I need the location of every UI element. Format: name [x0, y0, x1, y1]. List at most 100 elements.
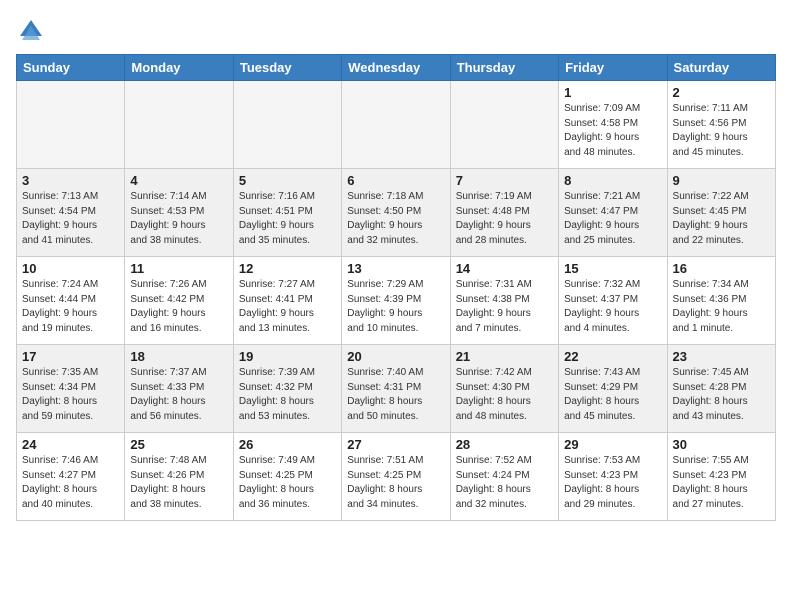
calendar-day-cell: 10 Sunrise: 7:24 AM Sunset: 4:44 PM Dayli… [17, 257, 125, 345]
calendar-week-row: 17 Sunrise: 7:35 AM Sunset: 4:34 PM Dayli… [17, 345, 776, 433]
day-number: 14 [456, 261, 553, 276]
day-info: Sunrise: 7:52 AM Sunset: 4:24 PM Dayligh… [456, 454, 553, 512]
calendar-day-cell [17, 81, 125, 169]
calendar-day-cell: 18 Sunrise: 7:37 AM Sunset: 4:33 PM Dayli… [125, 345, 233, 433]
day-info: Sunrise: 7:32 AM Sunset: 4:37 PM Dayligh… [564, 278, 661, 336]
calendar-header-row: SundayMondayTuesdayWednesdayThursdayFrid… [17, 55, 776, 81]
calendar-day-cell [125, 81, 233, 169]
day-number: 24 [22, 437, 119, 452]
calendar-header-wednesday: Wednesday [342, 55, 450, 81]
calendar-day-cell [342, 81, 450, 169]
header [16, 12, 776, 46]
day-info: Sunrise: 7:42 AM Sunset: 4:30 PM Dayligh… [456, 366, 553, 424]
day-number: 15 [564, 261, 661, 276]
day-number: 27 [347, 437, 444, 452]
calendar-day-cell: 14Sunrise: 7:31 AM Sunset: 4:38 PM Dayli… [450, 257, 558, 345]
calendar-day-cell: 8 Sunrise: 7:21 AM Sunset: 4:47 PM Daylig… [559, 169, 667, 257]
calendar-day-cell: 27 Sunrise: 7:51 AM Sunset: 4:25 PM Dayli… [342, 433, 450, 521]
day-number: 26 [239, 437, 336, 452]
calendar-header-sunday: Sunday [17, 55, 125, 81]
day-info: Sunrise: 7:09 AM Sunset: 4:58 PM Dayligh… [564, 102, 661, 160]
day-info: Sunrise: 7:39 AM Sunset: 4:32 PM Dayligh… [239, 366, 336, 424]
calendar-week-row: 24 Sunrise: 7:46 AM Sunset: 4:27 PM Dayli… [17, 433, 776, 521]
calendar-day-cell: 9 Sunrise: 7:22 AM Sunset: 4:45 PM Daylig… [667, 169, 775, 257]
day-number: 22 [564, 349, 661, 364]
day-info: Sunrise: 7:22 AM Sunset: 4:45 PM Dayligh… [673, 190, 770, 248]
calendar-header-saturday: Saturday [667, 55, 775, 81]
day-number: 30 [673, 437, 770, 452]
calendar-day-cell: 5 Sunrise: 7:16 AM Sunset: 4:51 PM Daylig… [233, 169, 341, 257]
page: SundayMondayTuesdayWednesdayThursdayFrid… [0, 0, 792, 612]
calendar-day-cell: 17 Sunrise: 7:35 AM Sunset: 4:34 PM Dayli… [17, 345, 125, 433]
calendar-day-cell: 2 Sunrise: 7:11 AM Sunset: 4:56 PM Daylig… [667, 81, 775, 169]
calendar-week-row: 3 Sunrise: 7:13 AM Sunset: 4:54 PM Daylig… [17, 169, 776, 257]
day-info: Sunrise: 7:13 AM Sunset: 4:54 PM Dayligh… [22, 190, 119, 248]
day-info: Sunrise: 7:14 AM Sunset: 4:53 PM Dayligh… [130, 190, 227, 248]
day-number: 2 [673, 85, 770, 100]
day-info: Sunrise: 7:51 AM Sunset: 4:25 PM Dayligh… [347, 454, 444, 512]
day-number: 9 [673, 173, 770, 188]
day-info: Sunrise: 7:49 AM Sunset: 4:25 PM Dayligh… [239, 454, 336, 512]
day-number: 1 [564, 85, 661, 100]
calendar-header-tuesday: Tuesday [233, 55, 341, 81]
calendar-day-cell: 16 Sunrise: 7:34 AM Sunset: 4:36 PM Dayli… [667, 257, 775, 345]
day-number: 21 [456, 349, 553, 364]
calendar-day-cell [233, 81, 341, 169]
day-info: Sunrise: 7:27 AM Sunset: 4:41 PM Dayligh… [239, 278, 336, 336]
calendar-day-cell: 7 Sunrise: 7:19 AM Sunset: 4:48 PM Daylig… [450, 169, 558, 257]
calendar-day-cell: 24 Sunrise: 7:46 AM Sunset: 4:27 PM Dayli… [17, 433, 125, 521]
day-info: Sunrise: 7:37 AM Sunset: 4:33 PM Dayligh… [130, 366, 227, 424]
day-number: 17 [22, 349, 119, 364]
day-number: 19 [239, 349, 336, 364]
day-info: Sunrise: 7:40 AM Sunset: 4:31 PM Dayligh… [347, 366, 444, 424]
calendar-day-cell: 6 Sunrise: 7:18 AM Sunset: 4:50 PM Daylig… [342, 169, 450, 257]
day-info: Sunrise: 7:53 AM Sunset: 4:23 PM Dayligh… [564, 454, 661, 512]
calendar-day-cell: 23 Sunrise: 7:45 AM Sunset: 4:28 PM Dayli… [667, 345, 775, 433]
day-number: 11 [130, 261, 227, 276]
day-info: Sunrise: 7:34 AM Sunset: 4:36 PM Dayligh… [673, 278, 770, 336]
calendar-day-cell: 20 Sunrise: 7:40 AM Sunset: 4:31 PM Dayli… [342, 345, 450, 433]
calendar-day-cell: 21 Sunrise: 7:42 AM Sunset: 4:30 PM Dayli… [450, 345, 558, 433]
calendar-header-monday: Monday [125, 55, 233, 81]
logo-icon [16, 16, 46, 46]
day-info: Sunrise: 7:24 AM Sunset: 4:44 PM Dayligh… [22, 278, 119, 336]
calendar-day-cell: 19 Sunrise: 7:39 AM Sunset: 4:32 PM Dayli… [233, 345, 341, 433]
day-number: 23 [673, 349, 770, 364]
day-number: 7 [456, 173, 553, 188]
calendar-day-cell: 12Sunrise: 7:27 AM Sunset: 4:41 PM Dayli… [233, 257, 341, 345]
day-number: 6 [347, 173, 444, 188]
day-info: Sunrise: 7:18 AM Sunset: 4:50 PM Dayligh… [347, 190, 444, 248]
day-number: 20 [347, 349, 444, 364]
calendar-week-row: 10 Sunrise: 7:24 AM Sunset: 4:44 PM Dayli… [17, 257, 776, 345]
day-number: 8 [564, 173, 661, 188]
day-number: 13 [347, 261, 444, 276]
day-info: Sunrise: 7:21 AM Sunset: 4:47 PM Dayligh… [564, 190, 661, 248]
day-info: Sunrise: 7:45 AM Sunset: 4:28 PM Dayligh… [673, 366, 770, 424]
day-number: 5 [239, 173, 336, 188]
day-info: Sunrise: 7:11 AM Sunset: 4:56 PM Dayligh… [673, 102, 770, 160]
calendar-day-cell [450, 81, 558, 169]
day-number: 4 [130, 173, 227, 188]
day-number: 18 [130, 349, 227, 364]
day-info: Sunrise: 7:16 AM Sunset: 4:51 PM Dayligh… [239, 190, 336, 248]
day-info: Sunrise: 7:19 AM Sunset: 4:48 PM Dayligh… [456, 190, 553, 248]
calendar-day-cell: 28Sunrise: 7:52 AM Sunset: 4:24 PM Dayli… [450, 433, 558, 521]
calendar-week-row: 1 Sunrise: 7:09 AM Sunset: 4:58 PM Daylig… [17, 81, 776, 169]
day-info: Sunrise: 7:29 AM Sunset: 4:39 PM Dayligh… [347, 278, 444, 336]
calendar-header-thursday: Thursday [450, 55, 558, 81]
calendar-day-cell: 22 Sunrise: 7:43 AM Sunset: 4:29 PM Dayli… [559, 345, 667, 433]
calendar-header-friday: Friday [559, 55, 667, 81]
day-number: 16 [673, 261, 770, 276]
calendar-day-cell: 15 Sunrise: 7:32 AM Sunset: 4:37 PM Dayli… [559, 257, 667, 345]
day-number: 10 [22, 261, 119, 276]
day-info: Sunrise: 7:35 AM Sunset: 4:34 PM Dayligh… [22, 366, 119, 424]
calendar-day-cell: 11Sunrise: 7:26 AM Sunset: 4:42 PM Dayli… [125, 257, 233, 345]
day-number: 3 [22, 173, 119, 188]
calendar-day-cell: 26 Sunrise: 7:49 AM Sunset: 4:25 PM Dayli… [233, 433, 341, 521]
day-info: Sunrise: 7:43 AM Sunset: 4:29 PM Dayligh… [564, 366, 661, 424]
calendar-day-cell: 3 Sunrise: 7:13 AM Sunset: 4:54 PM Daylig… [17, 169, 125, 257]
calendar-day-cell: 1 Sunrise: 7:09 AM Sunset: 4:58 PM Daylig… [559, 81, 667, 169]
day-info: Sunrise: 7:55 AM Sunset: 4:23 PM Dayligh… [673, 454, 770, 512]
day-info: Sunrise: 7:46 AM Sunset: 4:27 PM Dayligh… [22, 454, 119, 512]
calendar-day-cell: 29Sunrise: 7:53 AM Sunset: 4:23 PM Dayli… [559, 433, 667, 521]
